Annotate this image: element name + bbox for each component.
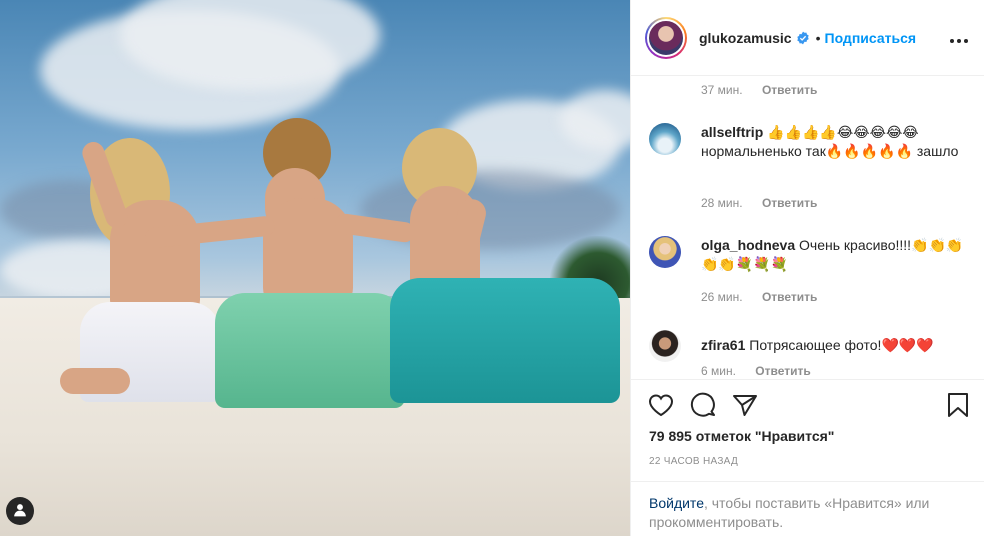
post-photo[interactable] bbox=[0, 0, 630, 536]
commenter-username[interactable]: allselftrip bbox=[701, 124, 763, 140]
comment-time: 6 мин. bbox=[701, 364, 736, 378]
reply-button[interactable]: Ответить bbox=[762, 196, 817, 210]
comment-meta: 28 мин. Ответить bbox=[701, 196, 817, 210]
login-link[interactable]: Войдите bbox=[649, 495, 704, 511]
comment-time: 26 мин. bbox=[701, 290, 743, 304]
model-right bbox=[390, 128, 620, 413]
comment-time: 37 мин. bbox=[701, 83, 743, 97]
model-left bbox=[40, 130, 230, 410]
author-username[interactable]: glukozamusic bbox=[699, 30, 792, 46]
follow-button[interactable]: Подписаться bbox=[825, 30, 917, 46]
likes-count[interactable]: 79 895 отметок "Нравится" bbox=[649, 428, 834, 444]
post-timestamp[interactable]: 22 часов назад bbox=[649, 456, 738, 467]
comment-meta: 6 мин. Ответить bbox=[701, 364, 811, 378]
comment-time: 28 мин. bbox=[701, 196, 743, 210]
comment-item: allselftrip 👍👍👍👍😂😂😂😂😂 нормальненько так🔥… bbox=[649, 123, 969, 161]
commenter-avatar[interactable] bbox=[649, 123, 681, 155]
bookmark-icon[interactable] bbox=[944, 391, 972, 419]
divider bbox=[631, 379, 984, 380]
heart-icon[interactable] bbox=[647, 391, 675, 419]
verified-badge-icon bbox=[796, 31, 810, 45]
user-silhouette-icon bbox=[13, 503, 27, 520]
comment-text: Потрясающее фото!❤️❤️❤️ bbox=[749, 337, 934, 353]
model-center bbox=[144, 118, 420, 418]
commenter-username[interactable]: olga_hodneva bbox=[701, 237, 795, 253]
author-avatar[interactable] bbox=[645, 16, 687, 59]
tagged-user-badge[interactable] bbox=[6, 497, 34, 525]
comment-icon[interactable] bbox=[689, 391, 717, 419]
separator-dot: • bbox=[815, 29, 821, 46]
reply-button[interactable]: Ответить bbox=[762, 290, 817, 304]
reply-button[interactable]: Ответить bbox=[755, 364, 810, 378]
comment-meta: 37 мин. Ответить bbox=[701, 83, 817, 97]
comment-meta: 26 мин. Ответить bbox=[701, 290, 817, 304]
comments-list[interactable]: 37 мин. Ответить allselftrip 👍👍👍👍😂😂😂😂😂 н… bbox=[631, 77, 984, 379]
paper-plane-icon[interactable] bbox=[731, 391, 759, 419]
reply-button[interactable]: Ответить bbox=[762, 83, 817, 97]
post-actions bbox=[647, 391, 972, 419]
post-header: glukozamusic • Подписаться bbox=[631, 0, 984, 76]
commenter-username[interactable]: zfira61 bbox=[701, 337, 745, 353]
comment-item: olga_hodneva Очень красиво!!!!👏👏👏👏👏💐💐💐 bbox=[649, 236, 969, 274]
commenter-avatar[interactable] bbox=[649, 236, 681, 268]
post-sidebar: glukozamusic • Подписаться 37 мин. Ответ… bbox=[630, 0, 984, 536]
login-prompt: Войдите, чтобы поставить «Нравится» или … bbox=[631, 481, 984, 532]
comment-item: zfira61 Потрясающее фото!❤️❤️❤️ bbox=[649, 330, 969, 362]
more-options-icon[interactable] bbox=[950, 27, 968, 48]
commenter-avatar[interactable] bbox=[649, 330, 681, 362]
